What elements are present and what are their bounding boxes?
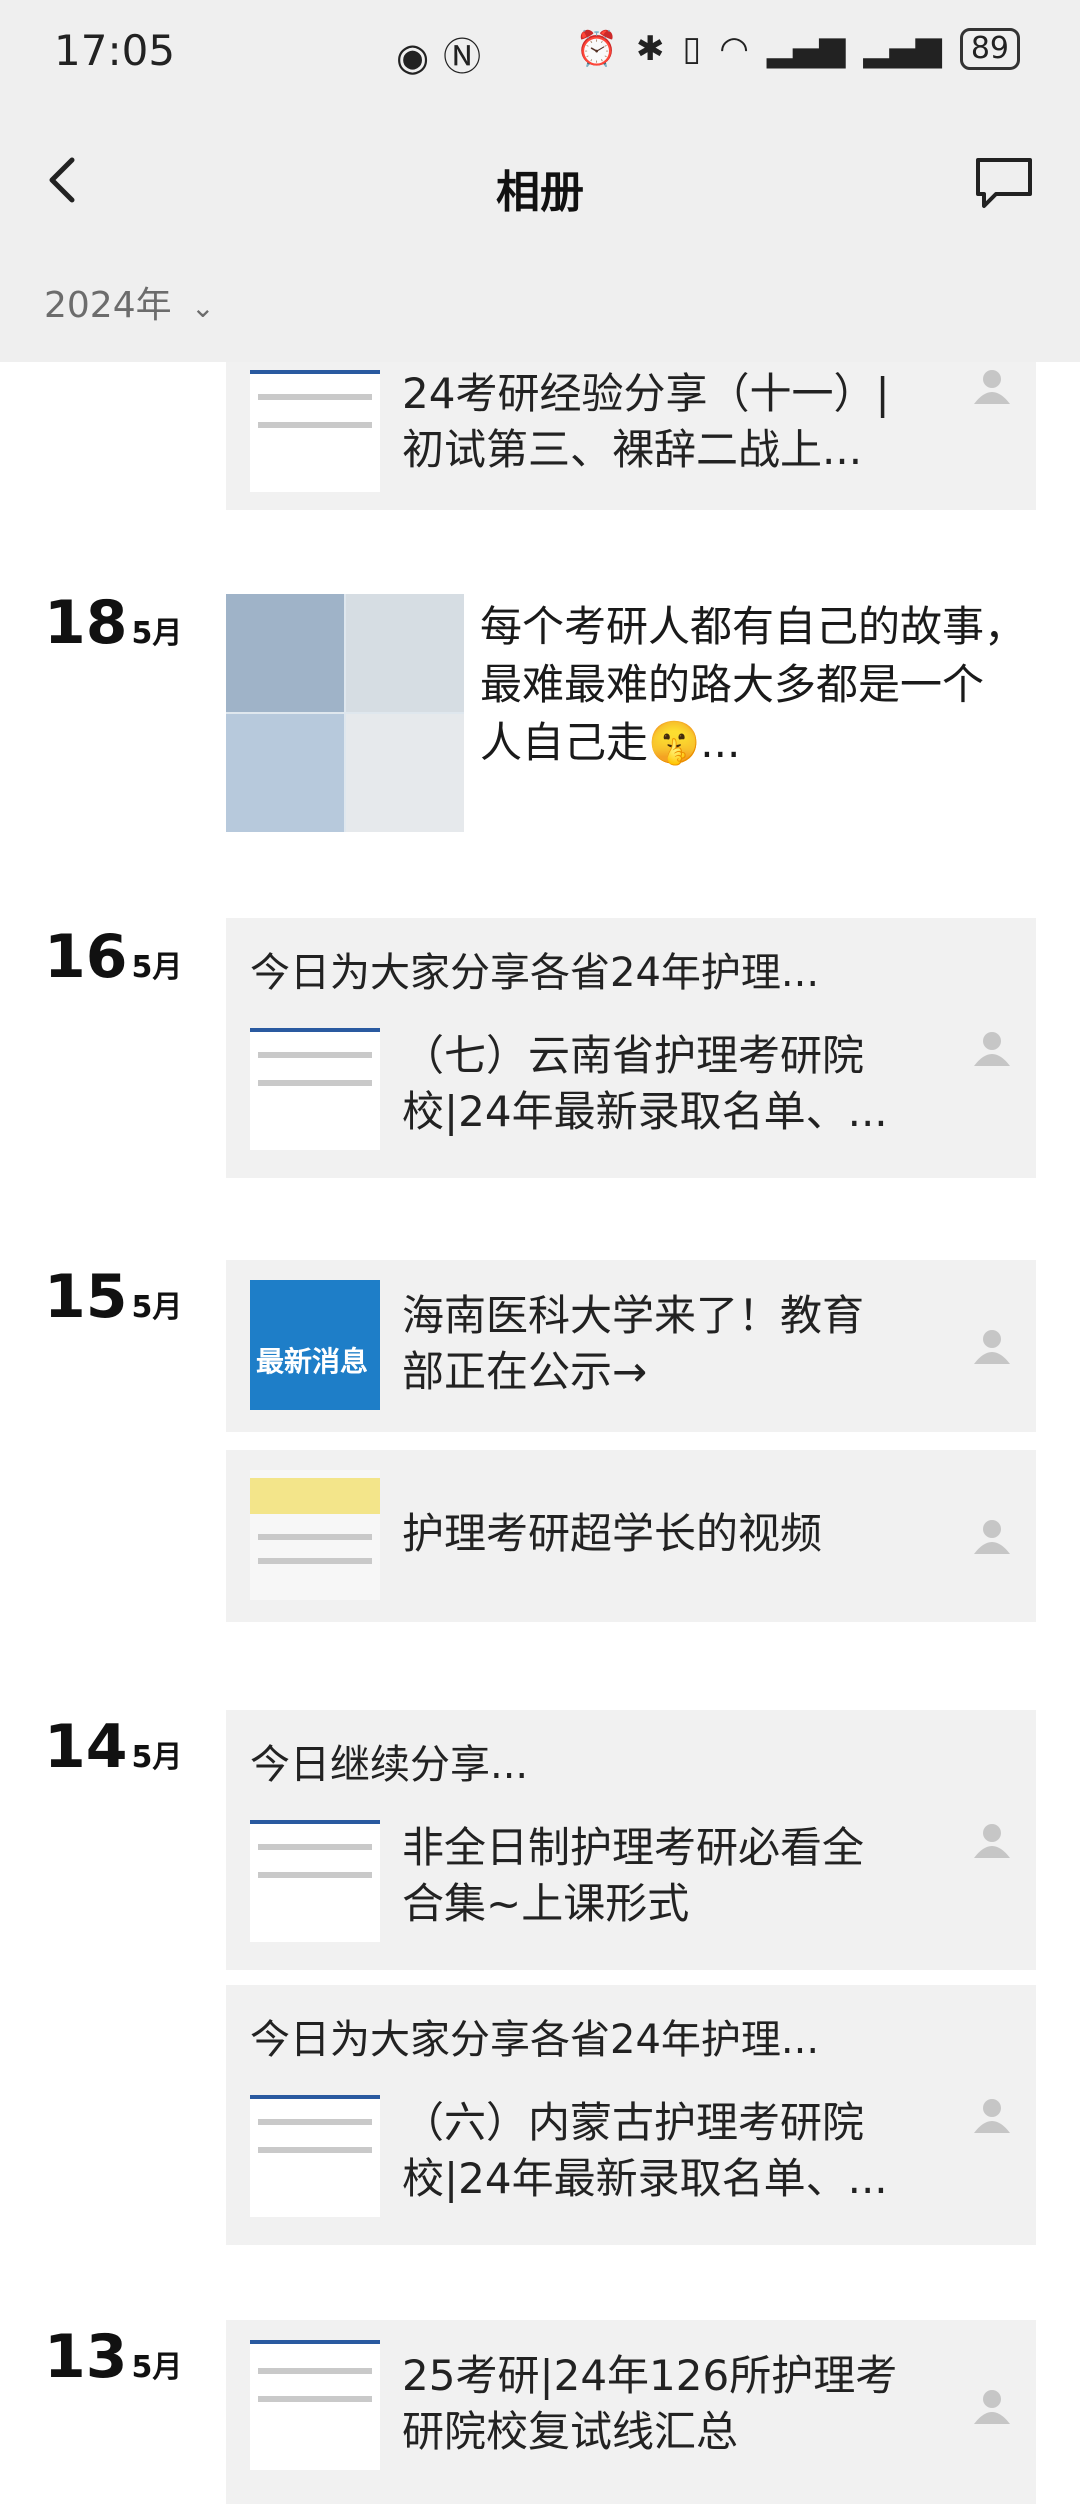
date-label: 18 5月: [44, 588, 183, 658]
message-icon: [976, 158, 1032, 208]
post-text: （六）内蒙古护理考研院 校|24年最新录取名单、...: [402, 2098, 888, 2203]
alarm-icon: ⏰: [575, 29, 619, 69]
visibility-icon: [974, 2390, 1010, 2424]
post-text: 非全日制护理考研必看全 合集~上课形式: [402, 1823, 865, 1928]
post-card[interactable]: 护理考研超学长的视频: [226, 1450, 1036, 1622]
post-intro: 今日为大家分享各省24年护理...: [250, 2017, 820, 2063]
battery-indicator: 89: [959, 28, 1020, 70]
post-text: 海南医科大学来了！教育 部正在公示→: [402, 1291, 865, 1396]
post-thumbnail: 最新消息: [250, 1280, 380, 1410]
date-label: 16 5月: [44, 922, 183, 992]
post-thumbnail: [250, 370, 380, 492]
post-text: 护理考研超学长的视频: [402, 1509, 823, 1558]
post-intro: 今日继续分享...: [250, 1742, 529, 1788]
date-label: 13 5月: [44, 2322, 183, 2392]
visibility-icon: [974, 1032, 1010, 1066]
post-text: 25考研|24年126所护理考 研院校复试线汇总: [402, 2351, 898, 2456]
signal-icon: ▂▄▆: [863, 29, 942, 69]
year-filter[interactable]: 2024年 ⌄: [44, 276, 215, 328]
status-icons-left: ◉Ⓝ: [396, 26, 495, 81]
chevron-down-icon: ⌄: [191, 291, 215, 324]
nfc-icon: Ⓝ: [443, 35, 496, 79]
photo-grid[interactable]: [226, 594, 464, 832]
post-thumbnail: [250, 2095, 380, 2217]
post-thumbnail: [250, 1470, 380, 1600]
post-card[interactable]: 24考研经验分享（十一）| 初试第三、裸辞二战上...: [226, 360, 1036, 510]
page-title: 相册: [496, 167, 584, 218]
post-intro: 今日为大家分享各省24年护理...: [250, 950, 820, 996]
top-bar: 17:05 ◉Ⓝ ⏰ ✱ ▯ ◠ ▂▄▆ ▂▄▆ 89 相册 2024年 ⌄: [0, 0, 1080, 362]
visibility-icon: [974, 1520, 1010, 1554]
eye-icon: ◉: [396, 35, 444, 79]
status-bar: 17:05 ◉Ⓝ ⏰ ✱ ▯ ◠ ▂▄▆ ▂▄▆ 89: [0, 20, 1080, 90]
post-card[interactable]: 最新消息 海南医科大学来了！教育 部正在公示→: [226, 1260, 1036, 1432]
nav-header: 相册: [0, 120, 1080, 250]
date-label: 14 5月: [44, 1712, 183, 1782]
vibrate-icon: ▯: [682, 29, 702, 69]
visibility-icon: [974, 1824, 1010, 1858]
date-label: 15 5月: [44, 1262, 183, 1332]
signal-icon: ▂▄▆: [766, 29, 846, 69]
post-text: （七）云南省护理考研院 校|24年最新录取名单、...: [402, 1031, 888, 1136]
visibility-icon: [974, 2099, 1010, 2133]
visibility-icon: [974, 370, 1010, 404]
message-button[interactable]: [972, 154, 1036, 210]
visibility-icon: [974, 1330, 1010, 1364]
post-text: 24考研经验分享（十一）| 初试第三、裸辞二战上...: [402, 369, 890, 474]
status-icons-right: ⏰ ✱ ▯ ◠ ▂▄▆ ▂▄▆ 89: [576, 28, 1020, 70]
year-filter-label: 2024年: [44, 285, 172, 326]
post-text[interactable]: 每个考研人都有自己的故事， 最难最难的路大多都是一个 人自己走🤫...: [480, 598, 1026, 772]
post-thumbnail: [250, 1028, 380, 1150]
post-card[interactable]: 今日为大家分享各省24年护理... （七）云南省护理考研院 校|24年最新录取名…: [226, 918, 1036, 1178]
bluetooth-icon: ✱: [636, 29, 665, 69]
album-feed: 24考研经验分享（十一）| 初试第三、裸辞二战上... 18 5月 每个考研人都有…: [0, 0, 1080, 2504]
post-card[interactable]: 今日继续分享... 非全日制护理考研必看全 合集~上课形式: [226, 1710, 1036, 1970]
wifi-icon: ◠: [719, 29, 749, 69]
status-time: 17:05: [54, 26, 176, 75]
post-card[interactable]: 25考研|24年126所护理考 研院校复试线汇总: [226, 2320, 1036, 2504]
post-thumbnail: [250, 1820, 380, 1942]
post-card[interactable]: 今日为大家分享各省24年护理... （六）内蒙古护理考研院 校|24年最新录取名…: [226, 1985, 1036, 2245]
post-thumbnail: [250, 2340, 380, 2470]
